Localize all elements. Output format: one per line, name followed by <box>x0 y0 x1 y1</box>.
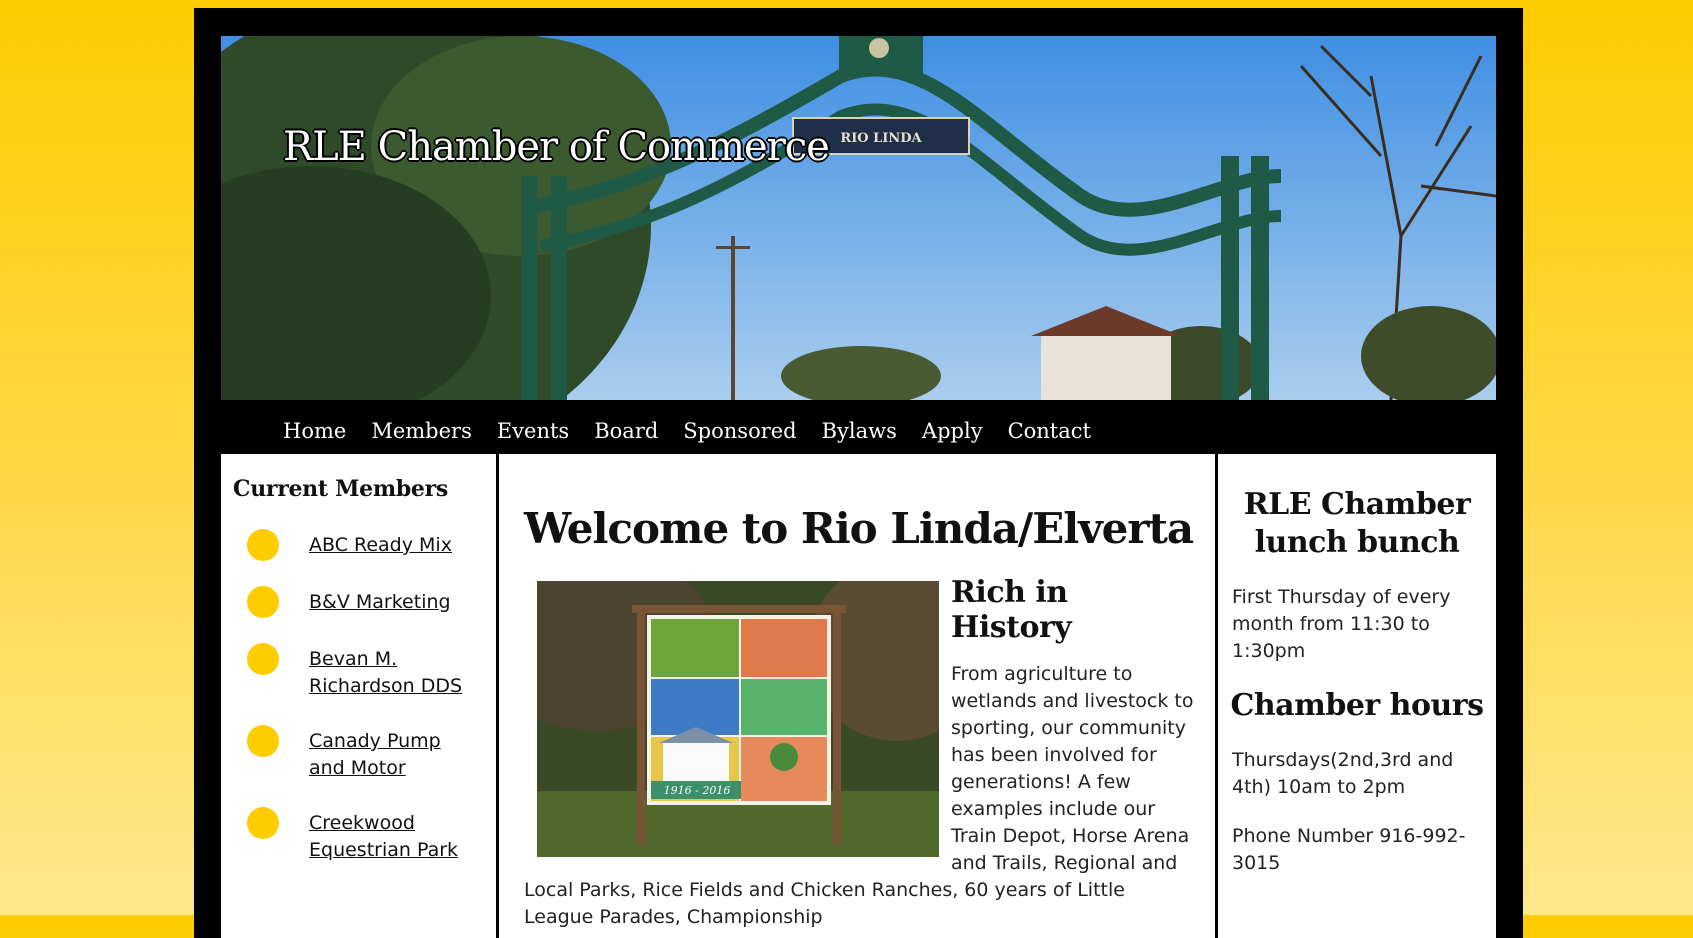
lunch-heading: RLE Chamber lunch bunch <box>1243 487 1471 560</box>
nav-home[interactable]: Home <box>283 419 346 443</box>
members-heading: Current Members <box>233 476 448 502</box>
members-list: ABC Ready Mix B&V Marketing Bevan M. Ric… <box>221 529 496 864</box>
hours-heading: Chamber hours <box>1230 688 1484 723</box>
member-link[interactable]: B&V Marketing <box>309 589 469 616</box>
bullet-dot-icon <box>247 586 279 618</box>
page-frame: RIO LINDA RLE Chamber of Commerce Home M… <box>194 8 1523 938</box>
hero-banner: RIO LINDA RLE Chamber of Commerce <box>221 36 1496 400</box>
lunch-text: First Thursday of every month from 11:30… <box>1232 586 1451 662</box>
hero-image: RIO LINDA <box>221 36 1496 400</box>
site-title[interactable]: RLE Chamber of Commerce <box>283 124 830 170</box>
list-item: B&V Marketing <box>221 586 496 618</box>
bullet-dot-icon <box>247 725 279 757</box>
info-sidebar: RLE Chamber lunch bunch First Thursday o… <box>1218 454 1496 938</box>
member-link[interactable]: Creekwood Equestrian Park <box>309 810 469 864</box>
bullet-dot-icon <box>247 807 279 839</box>
hours-text: Thursdays(2nd,3rd and 4th) 10am to 2pm <box>1232 749 1454 798</box>
list-item: Canady Pump and Motor <box>221 725 496 782</box>
list-item: Bevan M. Richardson DDS <box>221 643 496 700</box>
bullet-dot-icon <box>247 643 279 675</box>
nav-contact[interactable]: Contact <box>1008 419 1091 443</box>
nav-members[interactable]: Members <box>371 419 472 443</box>
member-link[interactable]: Canady Pump and Motor <box>309 728 469 782</box>
list-item: Creekwood Equestrian Park <box>221 807 496 864</box>
list-item: ABC Ready Mix <box>221 529 496 561</box>
quilt-caption: 1916 - 2016 <box>664 784 731 797</box>
phone-text: Phone Number 916-992-3015 <box>1232 825 1466 874</box>
nav-events[interactable]: Events <box>497 419 569 443</box>
main-content: Welcome to Rio Linda/Elverta 1916 - 2016… <box>499 454 1215 938</box>
member-link[interactable]: Bevan M. Richardson DDS <box>309 646 469 700</box>
nav-sponsored[interactable]: Sponsored <box>683 419 796 443</box>
nav-board[interactable]: Board <box>594 419 658 443</box>
nav-apply[interactable]: Apply <box>922 419 983 443</box>
member-link[interactable]: ABC Ready Mix <box>309 532 469 559</box>
nav-bylaws[interactable]: Bylaws <box>822 419 897 443</box>
page-title: Welcome to Rio Linda/Elverta <box>524 504 1194 553</box>
arch-sign-text: RIO LINDA <box>840 131 922 146</box>
main-nav: Home Members Events Board Sponsored Byla… <box>221 400 1496 462</box>
bullet-dot-icon <box>247 529 279 561</box>
members-sidebar: Current Members ABC Ready Mix B&V Market… <box>221 454 496 938</box>
quilt-sign-image: 1916 - 2016 <box>537 581 939 857</box>
